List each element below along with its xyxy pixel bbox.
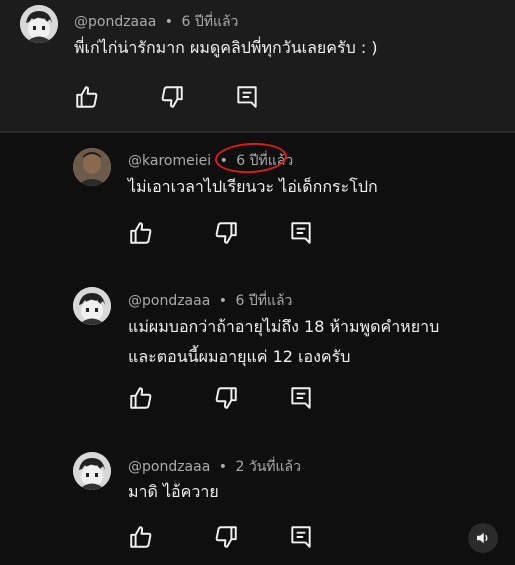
top-comment: @pondzaaa • 6 ปีที่แล้ว พี่เก่ไก่น่ารักม…: [0, 0, 515, 131]
like-button[interactable]: [128, 524, 154, 550]
cartoon-avatar-icon: [73, 452, 111, 490]
dislike-button[interactable]: [159, 84, 185, 110]
comment-text: ไม่เอาเวลาไปเรียนวะ ไอ่เด็กกระโปก: [128, 172, 378, 202]
like-icon: [130, 526, 152, 548]
reply-button[interactable]: [288, 524, 314, 550]
meta-separator: •: [218, 459, 228, 475]
comment-line: และตอนนี้ผมอายุแค่ 12 เองครับ: [128, 347, 351, 366]
like-icon: [130, 387, 152, 409]
comment-text: มาดิ ไอ้ควาย: [128, 477, 219, 507]
reply-button[interactable]: [288, 385, 314, 411]
dislike-button[interactable]: [213, 220, 239, 246]
comment-line: มาดิ ไอ้ควาย: [128, 482, 219, 501]
meta-separator: •: [164, 14, 174, 30]
like-button[interactable]: [128, 220, 154, 246]
cartoon-avatar-icon: [20, 5, 58, 43]
cartoon-avatar-icon: [73, 287, 111, 325]
comment-author[interactable]: @pondzaaa: [74, 14, 156, 30]
comment-timestamp: 6 ปีที่แล้ว: [181, 14, 239, 30]
avatar[interactable]: [73, 452, 111, 490]
volume-button[interactable]: [468, 523, 498, 553]
dislike-button[interactable]: [213, 385, 239, 411]
meta-separator: •: [219, 153, 228, 169]
comment-timestamp: 6 ปีที่แล้ว: [236, 153, 294, 169]
reply-icon: [291, 387, 311, 409]
avatar[interactable]: [20, 5, 58, 43]
reply-icon: [291, 222, 311, 244]
dislike-icon: [215, 526, 237, 548]
dislike-button[interactable]: [213, 524, 239, 550]
reply-icon: [237, 86, 257, 108]
dislike-icon: [161, 86, 183, 108]
dislike-icon: [215, 222, 237, 244]
comment-meta: @pondzaaa • 2 วันที่แล้ว: [128, 456, 301, 478]
dislike-icon: [215, 387, 237, 409]
like-button[interactable]: [74, 84, 100, 110]
avatar[interactable]: [73, 287, 111, 325]
like-icon: [76, 86, 98, 108]
comment-line: ไม่เอาเวลาไปเรียนวะ ไอ่เด็กกระโปก: [128, 177, 378, 196]
comment-timestamp: 6 ปีที่แล้ว: [235, 293, 293, 309]
like-icon: [130, 222, 152, 244]
comment-line: แม่ผมบอกว่าถ้าอายุไม่ถึง 18 ห้ามพูดคำหยา…: [128, 317, 440, 336]
comment-actions: [128, 220, 318, 246]
divider: [0, 131, 515, 133]
volume-icon: [477, 532, 488, 544]
photo-avatar-icon: [73, 148, 111, 186]
comment-author[interactable]: @karomeiei: [128, 153, 211, 169]
comment-text: แม่ผมบอกว่าถ้าอายุไม่ถึง 18 ห้ามพูดคำหยา…: [128, 312, 439, 372]
comment-meta: @pondzaaa • 6 ปีที่แล้ว: [74, 11, 238, 33]
comment-author[interactable]: @pondzaaa: [128, 293, 210, 309]
comment-timestamp: 2 วันที่แล้ว: [235, 459, 301, 475]
avatar[interactable]: [73, 148, 111, 186]
comment-author[interactable]: @pondzaaa: [128, 459, 210, 475]
like-button[interactable]: [128, 385, 154, 411]
comment-text: พี่เก่ไก่น่ารักมาก ผมดูคลิปพี่ทุกวันเลยค…: [74, 33, 378, 63]
comment-line: พี่เก่ไก่น่ารักมาก ผมดูคลิปพี่ทุกวันเลยค…: [74, 38, 378, 57]
comment-meta: @karomeiei • 6 ปีที่แล้ว: [128, 150, 293, 172]
comment-meta: @pondzaaa • 6 ปีที่แล้ว: [128, 290, 292, 312]
reply-button[interactable]: [234, 84, 260, 110]
comment-actions: [74, 84, 264, 110]
comment-actions: [128, 524, 318, 550]
reply-button[interactable]: [288, 220, 314, 246]
comment-actions: [128, 385, 318, 411]
reply-icon: [291, 526, 311, 548]
meta-separator: •: [218, 293, 228, 309]
